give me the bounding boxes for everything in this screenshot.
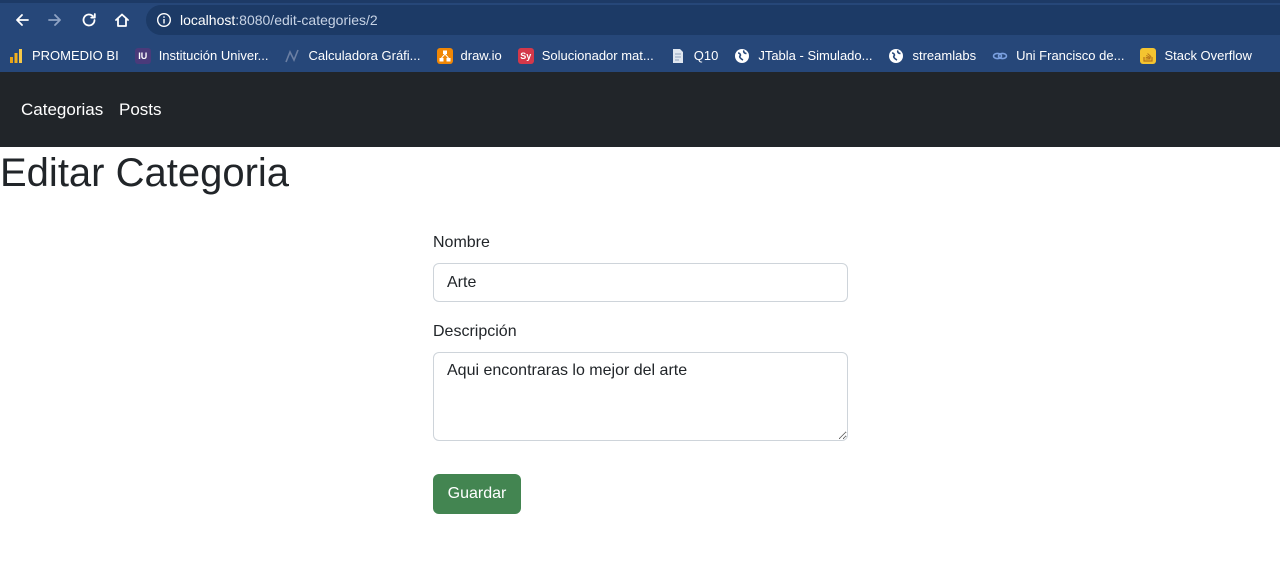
link-icon (992, 48, 1008, 64)
stack-overflow-icon (1140, 47, 1157, 64)
bookmark-label: JTabla - Simulado... (758, 48, 873, 63)
forward-button[interactable] (44, 9, 66, 31)
url-host: localhost (180, 12, 236, 28)
arrow-left-icon (16, 14, 29, 26)
url-path: :8080/edit-categories/2 (235, 12, 378, 28)
document-icon (670, 48, 686, 64)
app-navbar: Categorias Posts (0, 72, 1280, 147)
url-text[interactable]: localhost:8080/edit-categories/2 (180, 11, 378, 29)
globe-icon (734, 48, 750, 64)
bookmark-item[interactable]: Uni Francisco de... (984, 43, 1132, 69)
bookmark-item[interactable]: Stack Overflow (1132, 43, 1259, 69)
reload-button[interactable] (78, 9, 100, 31)
bookmark-label: Institución Univer... (158, 48, 269, 63)
bookmark-item[interactable]: JTabla - Simulado... (726, 43, 880, 69)
browser-toolbar: localhost:8080/edit-categories/2 (0, 0, 1280, 39)
bookmark-label: PROMEDIO BI (32, 48, 119, 63)
drawio-icon (436, 47, 453, 64)
edit-category-form: Nombre Descripción Aqui encontraras lo m… (433, 232, 848, 514)
bookmarks-bar: PROMEDIO BI IU Institución Univer... Calcul… (0, 39, 1280, 72)
description-label: Descripción (433, 323, 517, 340)
name-label: Nombre (433, 234, 490, 251)
graph-icon (284, 48, 301, 64)
page-title: Editar Categoria (0, 151, 290, 195)
address-bar[interactable]: localhost:8080/edit-categories/2 (146, 5, 1280, 35)
institution-icon: IU (134, 47, 151, 64)
back-button[interactable] (11, 9, 33, 31)
bookmark-label: draw.io (460, 48, 502, 63)
save-button[interactable]: Guardar (433, 474, 521, 514)
arrow-right-icon (48, 14, 61, 26)
globe-icon (888, 48, 904, 64)
bookmark-label: Calculadora Gráfi... (308, 48, 421, 63)
toolbar-top-line (0, 0, 1280, 3)
bookmark-label: Solucionador mat... (541, 48, 654, 63)
name-input[interactable] (433, 263, 848, 302)
symbolab-icon: Sy (517, 47, 534, 64)
bookmark-item[interactable]: Sy Solucionador mat... (510, 43, 662, 69)
bookmark-label: Q10 (693, 48, 719, 63)
nav-link-categorias[interactable]: Categorias (21, 100, 103, 120)
home-button[interactable] (111, 9, 133, 31)
bookmark-item[interactable]: Calculadora Gráfi... (277, 43, 429, 69)
bar-chart-icon (8, 48, 24, 64)
info-icon[interactable] (156, 12, 172, 28)
bookmark-label: Uni Francisco de... (1016, 48, 1125, 63)
bookmark-label: streamlabs (912, 48, 977, 63)
bookmark-item[interactable]: draw.io (429, 43, 510, 69)
bookmark-item[interactable]: Q10 (662, 43, 727, 69)
bookmark-item[interactable]: PROMEDIO BI (0, 43, 127, 69)
reload-icon (82, 13, 96, 27)
bookmark-item[interactable]: IU Institución Univer... (127, 43, 277, 69)
bookmark-label: Stack Overflow (1164, 48, 1252, 63)
bookmark-item[interactable]: streamlabs (880, 43, 984, 69)
nav-link-posts[interactable]: Posts (119, 100, 162, 120)
home-icon (115, 13, 129, 27)
description-textarea[interactable]: Aqui encontraras lo mejor del arte (433, 352, 848, 441)
